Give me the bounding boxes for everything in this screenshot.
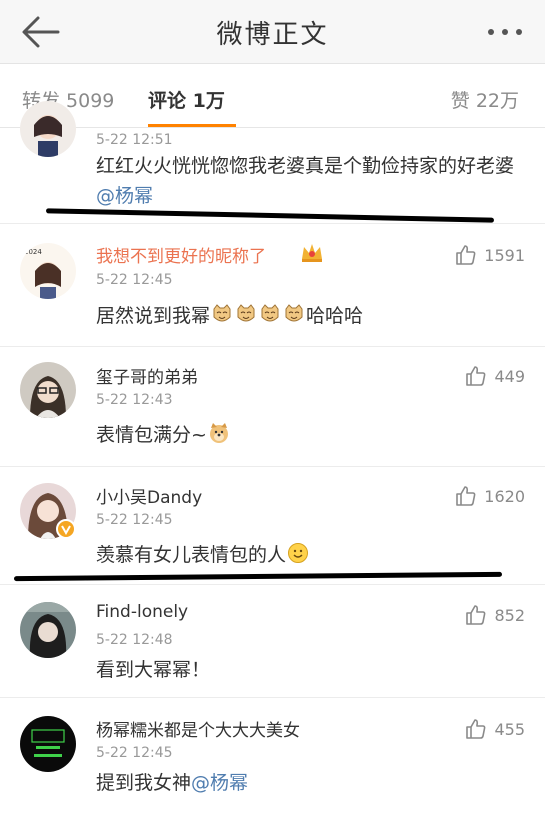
like-button[interactable]: 449 [464,363,525,389]
avatar[interactable]: 2024 [20,243,76,299]
comment-author[interactable]: 玺子哥的弟弟 [96,363,198,388]
comment-time: 5-22 12:45 [96,512,173,528]
comment-item: Find-lonely 852 5-22 12:48 看到大幂幂！ [0,586,545,698]
svg-text:2024: 2024 [24,248,42,256]
comment-text: 红红火火恍恍惚惚我老婆真是个勤俭持家的好老婆@杨幂 [96,155,515,207]
like-count: 455 [494,719,525,739]
laughing-cat-emoji-icon [210,304,306,327]
like-count: 852 [494,605,525,625]
comment-text: 表情包满分~ [96,420,526,450]
thumbs-up-icon [456,245,476,265]
thumbs-up-icon [456,486,476,506]
more-options-icon[interactable] [485,22,525,42]
comment-text: 居然说到我幂 哈哈哈 [96,304,364,327]
tab-like[interactable]: 赞 22万 [451,86,519,113]
mention-link[interactable]: @杨幂 [96,185,153,207]
like-button[interactable]: 1591 [454,242,525,268]
crown-badge-icon [300,241,324,267]
thumbs-up-icon [466,605,486,625]
verified-badge-icon [56,519,76,543]
like-button[interactable]: 852 [464,602,525,628]
comment-item: 玺子哥的弟弟 449 5-22 12:43 表情包满分~ [0,347,545,467]
comment-time: 5-22 12:45 [96,272,173,288]
comment-text: 羡慕有女儿表情包的人 [96,540,526,570]
thumbs-up-icon [466,366,486,386]
tab-bar: 转发 5099 评论 1万 赞 22万 [0,66,545,128]
comment-item: 2024 我想不到更好的昵称了 1591 5-22 12:45 居然说到我幂 哈哈… [0,225,545,347]
comment-author[interactable]: 杨幂糯米都是个大大大美女 [96,716,300,741]
comment-time: 5-22 12:43 [96,392,173,408]
smile-emoji-icon [286,543,310,566]
avatar[interactable] [20,362,76,418]
doge-emoji-icon [207,423,231,446]
comment-time: 5-22 12:45 [96,745,173,761]
comment-item: 杨幂糯米都是个大大大美女 455 5-22 12:45 提到我女神@杨幂 [0,698,545,818]
like-count: 1620 [484,486,525,506]
comment-text: 提到我女神@杨幂 [96,772,249,794]
comment-author[interactable]: 我想不到更好的昵称了 [96,242,266,267]
tab-comment[interactable]: 评论 1万 [148,86,225,113]
top-bar: 微博正文 [0,0,545,64]
like-count: 1591 [484,245,525,265]
mention-link[interactable]: @杨幂 [191,772,248,794]
avatar[interactable] [20,101,76,157]
page-title: 微博正文 [216,20,329,50]
active-tab-indicator [148,124,236,127]
comment-author[interactable]: Find-lonely [96,602,188,622]
comment-author[interactable]: 小小吴Dandy [96,483,202,508]
avatar[interactable] [20,716,76,772]
comment-time: 5-22 12:48 [96,632,173,648]
comment-text: 看到大幂幂！ [96,659,211,681]
avatar[interactable] [20,602,76,658]
thumbs-up-icon [466,719,486,739]
like-button[interactable]: 1620 [454,483,525,509]
comment-time: 5-22 12:51 [96,132,173,148]
comment-item: 小小吴Dandy 1620 5-22 12:45 羡慕有女儿表情包的人 [0,467,545,585]
like-button[interactable]: 455 [464,716,525,742]
like-count: 449 [494,366,525,386]
